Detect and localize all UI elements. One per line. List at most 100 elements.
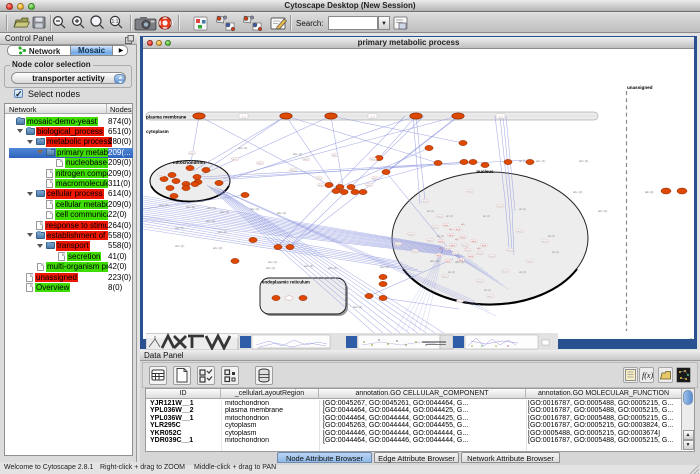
svg-text:lbl(0): lbl(0) bbox=[508, 250, 513, 252]
svg-text:x(0): x(0) bbox=[455, 239, 459, 241]
svg-text:[...]: [...] bbox=[371, 114, 375, 118]
svg-text:ab (4): ab (4) bbox=[519, 270, 526, 274]
svg-text:[...]: [...] bbox=[242, 114, 246, 118]
svg-text:lbl(0): lbl(0) bbox=[433, 227, 438, 229]
svg-text:abc (4): abc (4) bbox=[579, 159, 588, 163]
svg-text:abc (4): abc (4) bbox=[455, 260, 464, 264]
svg-text:abc (4): abc (4) bbox=[268, 260, 277, 264]
svg-text:lbl(0): lbl(0) bbox=[458, 301, 463, 303]
svg-text:lbl(0): lbl(0) bbox=[543, 241, 548, 243]
svg-text:lab (4): lab (4) bbox=[645, 190, 654, 194]
svg-text:lb(0): lb(0) bbox=[451, 245, 456, 247]
svg-text:ab (4): ab (4) bbox=[483, 214, 490, 218]
svg-text:lbl(0): lbl(0) bbox=[446, 248, 451, 250]
svg-text:x(0): x(0) bbox=[449, 229, 453, 231]
svg-text:lbl(0): lbl(0) bbox=[498, 206, 503, 208]
svg-text:plasma membrane: plasma membrane bbox=[146, 115, 187, 120]
svg-text:ab (4): ab (4) bbox=[446, 214, 453, 218]
svg-text:lbl(0): lbl(0) bbox=[428, 240, 433, 242]
svg-text:lbl(0): lbl(0) bbox=[371, 159, 376, 161]
svg-text:abc (4): abc (4) bbox=[304, 264, 313, 268]
svg-text:abc (4): abc (4) bbox=[328, 266, 337, 270]
svg-text:lb(0): lb(0) bbox=[437, 255, 442, 257]
svg-text:abc (4): abc (4) bbox=[175, 244, 184, 248]
svg-text:lb(0): lb(0) bbox=[482, 245, 487, 247]
svg-text:lbl(0): lbl(0) bbox=[190, 153, 195, 155]
svg-text:abc (4): abc (4) bbox=[220, 210, 229, 214]
svg-text:lb(0): lb(0) bbox=[439, 241, 444, 243]
svg-text:abc (4): abc (4) bbox=[206, 219, 215, 223]
svg-text:abc (4): abc (4) bbox=[218, 230, 227, 234]
svg-text:abc (4): abc (4) bbox=[573, 190, 582, 194]
svg-text:lb(0): lb(0) bbox=[444, 225, 449, 227]
svg-text:abc (4): abc (4) bbox=[186, 205, 195, 209]
svg-text:lbl(0): lbl(0) bbox=[528, 261, 533, 263]
svg-text:abc (4): abc (4) bbox=[213, 246, 222, 250]
svg-text:1:1: 1:1 bbox=[112, 19, 119, 25]
svg-text:lbl(0): lbl(0) bbox=[518, 231, 523, 233]
svg-text:ab (4): ab (4) bbox=[519, 159, 526, 163]
svg-text:lbl(0): lbl(0) bbox=[291, 170, 296, 172]
svg-text:x(0): x(0) bbox=[439, 248, 443, 250]
svg-text:lb(0): lb(0) bbox=[456, 229, 461, 231]
svg-text:lbl(0): lbl(0) bbox=[159, 175, 164, 177]
svg-text:lbl(0): lbl(0) bbox=[413, 251, 418, 253]
svg-text:f(x): f(x) bbox=[642, 371, 653, 380]
svg-text:lbl(0): lbl(0) bbox=[373, 178, 378, 180]
svg-text:abc (4): abc (4) bbox=[238, 146, 247, 150]
svg-text:lb(0): lb(0) bbox=[449, 235, 454, 237]
svg-text:mitochondrion: mitochondrion bbox=[173, 160, 205, 165]
svg-text:lbl(0): lbl(0) bbox=[423, 201, 428, 203]
svg-text:x(0): x(0) bbox=[477, 248, 481, 250]
svg-text:lb(0): lb(0) bbox=[472, 241, 477, 243]
svg-text:lbl(0): lbl(0) bbox=[304, 159, 309, 161]
svg-text:lbl(0): lbl(0) bbox=[503, 271, 508, 273]
svg-text:ab (4): ab (4) bbox=[427, 209, 434, 213]
svg-text:[...]: [...] bbox=[499, 114, 503, 118]
svg-text:abc (4): abc (4) bbox=[277, 211, 286, 215]
svg-text:ab (4): ab (4) bbox=[548, 234, 555, 238]
svg-text:ab (4): ab (4) bbox=[519, 207, 526, 211]
svg-text:ab (4): ab (4) bbox=[484, 288, 491, 292]
svg-text:ab (4): ab (4) bbox=[437, 234, 444, 238]
svg-text:abc (4): abc (4) bbox=[175, 226, 184, 230]
svg-text:lbl(0): lbl(0) bbox=[409, 234, 414, 236]
svg-text:unassigned: unassigned bbox=[627, 85, 653, 90]
svg-text:lbl(0): lbl(0) bbox=[468, 191, 473, 193]
svg-text:lbl(0): lbl(0) bbox=[367, 185, 372, 187]
svg-text:x(0): x(0) bbox=[461, 224, 465, 226]
svg-text:abc (4): abc (4) bbox=[598, 209, 607, 213]
svg-text:abc (4): abc (4) bbox=[536, 159, 545, 163]
svg-text:lbl(0): lbl(0) bbox=[443, 276, 448, 278]
svg-text:lbl(0): lbl(0) bbox=[258, 163, 263, 165]
svg-text:ab (4): ab (4) bbox=[448, 270, 455, 274]
svg-text:lbl(0): lbl(0) bbox=[333, 155, 338, 157]
svg-text:abc (4): abc (4) bbox=[266, 266, 275, 270]
svg-text:lbl(0): lbl(0) bbox=[490, 256, 495, 258]
svg-text:endoplasmic reticulum: endoplasmic reticulum bbox=[262, 280, 310, 285]
svg-text:abc (4): abc (4) bbox=[430, 259, 439, 263]
svg-text:lbl(0): lbl(0) bbox=[319, 185, 324, 187]
svg-text:abc (4): abc (4) bbox=[293, 152, 302, 156]
svg-text:lbl(0): lbl(0) bbox=[233, 159, 238, 161]
svg-text:cytoplasm: cytoplasm bbox=[146, 129, 169, 134]
svg-text:lb(0): lb(0) bbox=[469, 256, 474, 258]
svg-text:lb(0): lb(0) bbox=[461, 237, 466, 239]
svg-text:lbl(0): lbl(0) bbox=[438, 216, 443, 218]
svg-text:abc (4): abc (4) bbox=[250, 207, 259, 211]
svg-text:lbl(0): lbl(0) bbox=[466, 250, 471, 252]
svg-text:lbl(0): lbl(0) bbox=[396, 244, 401, 246]
svg-text:lbl(0): lbl(0) bbox=[488, 296, 493, 298]
svg-text:lb(0): lb(0) bbox=[446, 261, 451, 263]
svg-text:abc (4): abc (4) bbox=[380, 265, 389, 269]
svg-text:abc (4): abc (4) bbox=[207, 206, 216, 210]
svg-text:lbl(0): lbl(0) bbox=[463, 245, 468, 247]
svg-text:lbl(0): lbl(0) bbox=[478, 281, 483, 283]
svg-text:lbl(0): lbl(0) bbox=[317, 178, 322, 180]
svg-text:ab (4): ab (4) bbox=[552, 250, 559, 254]
svg-text:lbl(0): lbl(0) bbox=[453, 253, 458, 255]
svg-text:abc (4): abc (4) bbox=[159, 203, 168, 207]
svg-text:abc (4): abc (4) bbox=[353, 305, 362, 309]
svg-text:nucleus: nucleus bbox=[476, 169, 494, 174]
svg-text:lbl(0): lbl(0) bbox=[478, 253, 483, 255]
